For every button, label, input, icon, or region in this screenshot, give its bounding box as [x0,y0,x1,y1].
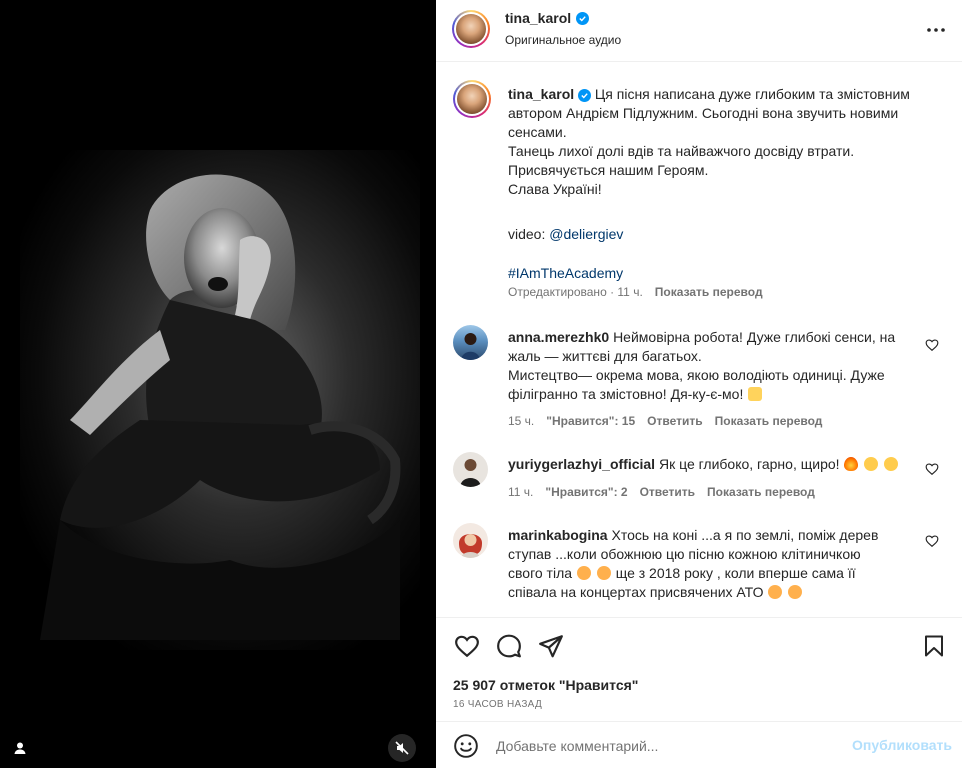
caption-translate-button[interactable]: Показать перевод [655,285,763,299]
post-media[interactable] [0,0,436,768]
reply-button[interactable]: Ответить [647,414,702,428]
heart-eyes-emoji-icon [864,457,879,471]
comment-line: Неймовірна робота! Дуже глибокі сенси, н… [613,329,896,345]
post-actions: 25 907 отметок "Нравится" 16 ЧАСОВ НАЗАД [436,617,962,721]
comment-composer: Опубликовать [436,721,962,768]
comment-line: Мистецтво— окрема мова, якою володіють о… [508,367,885,383]
comment-line: Як це глибоко, гарно, щиро! [658,456,840,472]
comment-item: marinkabogina Хтось на коні ...а я по зе… [453,520,953,616]
comment-item: yuriygerlazhyi_official Як це глибоко, г… [453,449,953,509]
comment-line: свого тіла [508,565,573,581]
like-comment-heart-icon[interactable] [925,534,939,548]
caption-avatar[interactable] [453,80,491,118]
sad-emoji-icon [768,585,783,599]
caption: tina_karol Ця пісня написана дуже глибок… [453,77,953,307]
caption-line-5: Присвячується нашим Героям. [508,162,709,178]
like-button[interactable] [453,632,481,660]
hashtag-link[interactable]: #IAmTheAcademy [508,265,623,281]
publish-button[interactable]: Опубликовать [852,737,952,753]
verified-icon [576,11,590,25]
caption-username[interactable]: tina_karol [508,86,574,102]
like-comment-heart-icon[interactable] [925,338,939,352]
caption-line-3: сенсами. [508,124,567,140]
commenter-username[interactable]: anna.merezhk0 [508,329,609,345]
comment-line: філігранно та змістовно! Дя-ку-є-мо! [508,386,744,402]
verified-icon [578,89,592,102]
like-comment-heart-icon[interactable] [925,462,939,476]
comment-time[interactable]: 15 ч. [508,414,534,428]
commenter-username[interactable]: yuriygerlazhyi_official [508,456,655,472]
photo-woman-seated [40,174,401,640]
heart-icon [455,635,479,658]
comment-meta: 15 ч. "Нравится": 15 Ответить Показать п… [508,414,822,428]
bookmark-icon [925,635,943,657]
comment-item: anna.merezhk0 Неймовірна робота! Дуже гл… [453,322,953,432]
caption-text: tina_karol Ця пісня написана дуже глибок… [508,85,928,283]
save-button[interactable] [920,632,948,660]
translate-button[interactable]: Показать перевод [707,485,815,499]
video-label: video: [508,226,550,242]
sad-emoji-icon [596,566,611,580]
sad-emoji-icon [576,566,591,580]
comment-line: співала на концертах присвячених АТО [508,584,764,600]
comment-time[interactable]: 11 ч. [508,485,533,499]
translate-button[interactable]: Показать перевод [715,414,823,428]
comment-icon [497,634,521,658]
caption-meta: Отредактировано · 11 ч. Показать перевод [508,285,763,299]
caption-line-1: Ця пісня написана дуже глибоким та зміст… [594,86,910,102]
user-tag-button[interactable] [6,734,34,762]
comment-text: marinkabogina Хтось на коні ...а я по зе… [508,526,928,602]
emoji-icon[interactable] [453,733,479,759]
comment-line: жаль — життєві для багатьох. [508,348,702,364]
comment-text: yuriygerlazhyi_official Як це глибоко, г… [508,455,928,474]
comment-line: Хтось на коні ...а я по землі, поміж дер… [611,527,879,543]
comment-text: anna.merezhk0 Неймовірна робота! Дуже гл… [508,328,928,404]
share-icon [539,635,563,658]
comment-input[interactable] [496,735,836,757]
posted-time[interactable]: 16 ЧАСОВ НАЗАД [453,699,542,710]
comment-line: ще з 2018 року , коли вперше сама її [615,565,856,581]
comment-meta: 11 ч. "Нравится": 2 Ответить Показать пе… [508,485,815,499]
comment-button[interactable] [495,632,523,660]
caption-line-2: автором Андрієм Підлужним. Сьогодні вона… [508,105,899,121]
author-username-row[interactable]: tina_karol [505,10,590,26]
caption-line-6: Слава Україні! [508,181,602,197]
caption-line-4: Танець лихої долі вдів та найважчого дос… [508,143,855,159]
author-avatar[interactable] [452,10,490,48]
user-tag-icon [14,742,26,754]
sound-off-icon [395,741,409,755]
audio-label[interactable]: Оригинальное аудио [505,33,621,47]
commenter-avatar[interactable] [453,523,488,558]
sad-emoji-icon [788,585,803,599]
comment-line: ступав ...коли обожнюю цю пісню кожною к… [508,546,861,562]
comments-list[interactable]: tina_karol Ця пісня написана дуже глибок… [436,63,962,616]
more-options-button[interactable] [924,18,948,42]
commenter-avatar[interactable] [453,452,488,487]
commenter-avatar[interactable] [453,325,488,360]
fire-emoji-icon [844,457,859,471]
post-header: tina_karol Оригинальное аудио [436,0,962,62]
comment-likes[interactable]: "Нравится": 15 [546,414,635,428]
commenter-username[interactable]: marinkabogina [508,527,608,543]
astonished-emoji-icon [884,457,899,471]
video-mention-link[interactable]: @deliergiev [549,226,623,242]
author-username[interactable]: tina_karol [505,10,571,26]
likes-count[interactable]: 25 907 отметок "Нравится" [453,677,638,693]
comment-likes[interactable]: "Нравится": 2 [545,485,627,499]
share-button[interactable] [537,632,565,660]
post-details-panel: tina_karol Оригинальное аудио tina_karol [436,0,962,768]
edited-time: Отредактировано · 11 ч. [508,285,643,299]
more-horizontal-icon [927,28,945,32]
mute-button[interactable] [388,734,416,762]
reply-button[interactable]: Ответить [640,485,695,499]
heart-hands-emoji-icon [748,387,763,401]
